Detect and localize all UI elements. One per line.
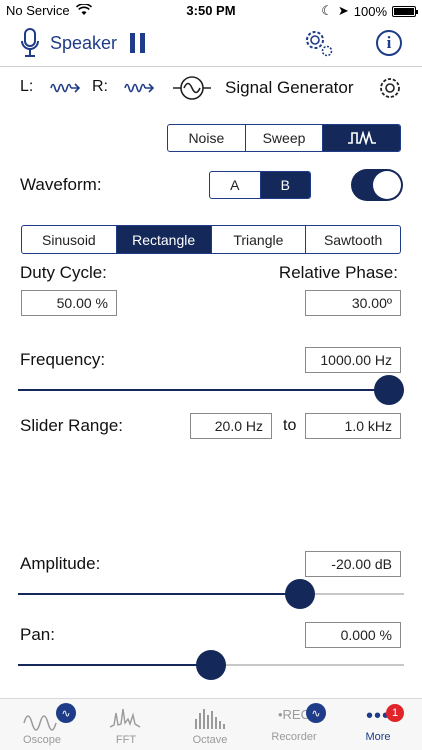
battery-icon [392,5,418,17]
slider-range-to-label: to [283,417,297,434]
frequency-label: Frequency: [20,350,106,369]
tab-noise[interactable]: Noise [168,125,245,151]
pan-slider-track [18,664,211,666]
tab-fft-label: FFT [115,734,137,746]
info-icon: i [386,33,392,52]
amplitude-slider-track [18,593,300,595]
duty-cycle-field[interactable]: 50.00 % [21,290,117,316]
tab-fft[interactable]: FFT [84,699,168,750]
status-right: ☾ ➤ 100% [321,3,418,19]
pan-slider-thumb[interactable] [196,650,226,680]
gear-icon [380,78,400,98]
slider-range-min-field[interactable]: 20.0 Hz [190,413,272,439]
left-channel-signal[interactable] [50,78,82,103]
output-label: Speaker [50,32,118,53]
status-bar: No Service 3:50 PM ☾ ➤ 100% [0,0,422,22]
signal-generator-title: Signal Generator [225,78,354,97]
tab-bar: ∿ Oscope FFT Octave •REC ∿ Recorder ••• … [0,698,422,750]
pause-button[interactable] [130,33,146,53]
header-divider [0,66,422,67]
tab-octave-label: Octave [192,734,228,746]
right-channel-label: R: [92,78,108,95]
toggle-knob [373,171,401,199]
slider-range-max-field[interactable]: 1.0 kHz [305,413,401,439]
tab-triangle[interactable]: Triangle [210,226,306,253]
tab-sinusoid[interactable]: Sinusoid [22,226,116,253]
duty-cycle-label: Duty Cycle: [20,263,107,282]
active-wave-badge-icon: ∿ [306,703,326,723]
tab-more-label: More [365,731,391,743]
frequency-slider-track [18,389,404,391]
amplitude-field[interactable]: -20.00 dB [305,551,401,577]
octave-bars-icon [195,709,225,729]
waveform-label: Waveform: [20,175,102,194]
tab-oscope[interactable]: ∿ Oscope [0,699,84,750]
pause-icon [130,33,145,53]
frequency-field[interactable]: 1000.00 Hz [305,347,401,373]
tab-octave[interactable]: Octave [168,699,252,750]
microphone-icon [21,28,39,57]
tab-oscope-label: Oscope [23,734,61,746]
waveform-toggle[interactable] [351,169,403,201]
frequency-slider[interactable] [18,375,404,405]
right-channel-signal[interactable] [124,78,156,103]
tab-rectangle[interactable]: Rectangle [115,226,211,253]
tab-waveform[interactable] [322,125,400,151]
notification-badge: 1 [386,704,404,722]
slider-range-label: Slider Range: [20,416,124,435]
fft-spectrum-icon [109,708,141,728]
frequency-slider-thumb[interactable] [374,375,404,405]
amplitude-slider[interactable] [18,579,404,609]
waveform-ab-selector: A B [209,171,311,199]
signal-generator-icon [172,74,212,107]
pan-field[interactable]: 0.000 % [305,622,401,648]
tab-recorder[interactable]: •REC ∿ Recorder [252,699,336,750]
relative-phase-label: Relative Phase: [278,263,398,282]
generator-mode-tabs: Noise Sweep [167,124,401,152]
pan-slider[interactable] [18,650,404,680]
waveform-b-button[interactable]: B [259,172,310,198]
settings-button[interactable] [302,28,334,58]
waveform-a-button[interactable]: A [210,172,260,198]
info-button[interactable]: i [376,30,402,56]
generator-settings-button[interactable] [378,76,402,105]
tab-more[interactable]: ••• 1 More [336,699,420,750]
more-dots-icon: ••• [365,705,390,727]
moon-icon: ☾ [321,3,333,18]
tab-recorder-label: Recorder [271,731,317,743]
location-icon: ➤ [337,3,349,18]
tab-sawtooth[interactable]: Sawtooth [305,226,400,253]
tab-sweep[interactable]: Sweep [244,125,323,151]
active-wave-badge-icon: ∿ [56,703,76,723]
gear-icon [306,31,333,57]
battery-percent: 100% [353,3,387,19]
pan-label: Pan: [20,625,55,644]
amplitude-slider-thumb[interactable] [284,579,315,609]
left-channel-label: L: [20,78,34,95]
waveform-type-tabs: Sinusoid Rectangle Triangle Sawtooth [21,225,401,254]
square-wave-icon [347,131,376,145]
output-selector[interactable]: Speaker [20,26,117,60]
relative-phase-field[interactable]: 30.00º [305,290,401,316]
noise-wave-icon [124,83,155,93]
noise-wave-icon [50,83,81,93]
amplitude-label: Amplitude: [20,554,101,573]
